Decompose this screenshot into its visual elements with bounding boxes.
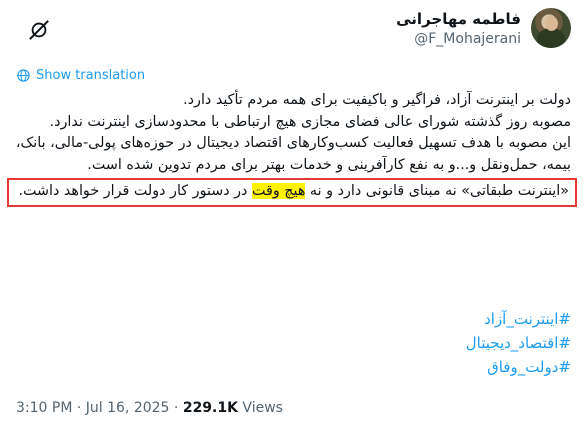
translate-icon — [17, 69, 30, 82]
author-display-name[interactable]: فاطمه مهاجرانی — [396, 10, 521, 29]
grok-icon[interactable] — [28, 19, 50, 41]
highlighted-quote-box: «اینترنت طبقاتی» نه مبنای قانونی دارد و … — [7, 178, 577, 207]
tweet-time[interactable]: 3:10 PM — [16, 400, 72, 416]
quote-text-end: در دستور کار دولت قرار خواهد داشت. — [18, 183, 252, 199]
tweet-meta: 3:10 PM · Jul 16, 2025 · 229.1K Views — [16, 400, 283, 416]
show-translation-label[interactable]: Show translation — [36, 68, 145, 83]
meta-separator: · — [76, 400, 86, 416]
tweet-body: دولت بر اینترنت آزاد، فراگیر و باکیفیت ب… — [7, 90, 577, 207]
hashtag-link[interactable]: #اینترنت_آزاد — [466, 307, 571, 331]
avatar-scarf — [537, 28, 565, 48]
highlighted-phrase: هیچ وقت — [251, 183, 306, 199]
tweet-paragraph: مصوبه روز گذشته شورای عالی فضای مجازی هی… — [49, 113, 571, 130]
avatar-face — [545, 16, 558, 31]
show-translation-link[interactable]: Show translation — [16, 68, 145, 83]
tweet-paragraph: این مصوبه با هدف تسهیل فعالیت کسب‌وکارها… — [15, 135, 571, 173]
hashtag-link[interactable]: #اقتصاد_دیجیتال — [466, 331, 571, 355]
tweet-paragraph: دولت بر اینترنت آزاد، فراگیر و باکیفیت ب… — [183, 92, 571, 108]
hashtag-link[interactable]: #دولت_وفاق — [466, 355, 571, 379]
hashtag-list: #اینترنت_آزاد #اقتصاد_دیجیتال #دولت_وفاق — [466, 307, 571, 379]
author-info[interactable]: فاطمه مهاجرانی @F_Mohajerani — [396, 10, 521, 49]
views-label: Views — [242, 400, 283, 416]
tweet-date[interactable]: Jul 16, 2025 — [86, 400, 170, 416]
tweet-header: فاطمه مهاجرانی @F_Mohajerani — [0, 8, 585, 56]
meta-separator: · — [173, 400, 183, 416]
avatar[interactable] — [531, 8, 571, 48]
quote-text-start: «اینترنت طبقاتی» نه مبنای قانونی دارد و … — [305, 183, 569, 199]
views-count: 229.1K — [182, 400, 238, 416]
author-handle[interactable]: @F_Mohajerani — [396, 30, 521, 49]
